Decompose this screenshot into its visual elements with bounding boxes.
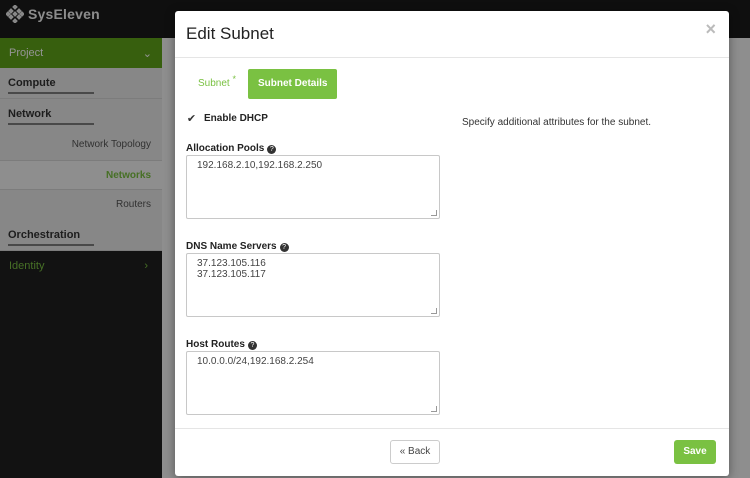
resize-handle-icon[interactable] — [431, 210, 437, 216]
textarea-line: 192.168.2.10,192.168.2.250 — [197, 160, 323, 171]
modal-title: Edit Subnet — [186, 24, 274, 43]
allocation-pools-textarea[interactable]: 192.168.2.10,192.168.2.250 — [186, 155, 440, 219]
enable-dhcp-checkbox[interactable]: ✔ — [186, 113, 197, 125]
edit-subnet-dialog: Edit Subnet × Subnet * Subnet Details ✔ … — [175, 11, 729, 476]
help-icon[interactable]: ? — [279, 243, 289, 252]
dns-name-servers-label-row: DNS Name Servers? — [186, 236, 440, 252]
host-routes-label: Host Routes — [186, 339, 245, 350]
back-button[interactable]: « Back — [390, 440, 440, 464]
textarea-line: 37.123.105.116 — [197, 258, 266, 269]
resize-handle-icon[interactable] — [431, 406, 437, 412]
dns-name-servers-label: DNS Name Servers — [186, 241, 277, 252]
textarea-line: 37.123.105.117 — [197, 269, 266, 280]
resize-handle-icon[interactable] — [431, 308, 437, 314]
help-icon[interactable]: ? — [267, 145, 277, 154]
dns-name-servers-textarea[interactable]: 37.123.105.116 37.123.105.117 — [186, 253, 440, 317]
save-button[interactable]: Save — [674, 440, 716, 464]
allocation-pools-label: Allocation Pools — [186, 143, 265, 154]
enable-dhcp-row: ✔ Enable DHCP — [186, 111, 440, 125]
subnet-details-form: ✔ Enable DHCP Allocation Pools? 192.168.… — [186, 111, 440, 432]
wizard-tabs: Subnet * Subnet Details — [189, 69, 338, 99]
tab-subnet[interactable]: Subnet * — [189, 69, 246, 99]
close-icon[interactable]: × — [705, 19, 716, 40]
help-icon[interactable]: ? — [247, 341, 257, 350]
allocation-pools-label-row: Allocation Pools? — [186, 138, 440, 154]
subnet-details-help-text: Specify additional attributes for the su… — [462, 117, 652, 128]
host-routes-label-row: Host Routes? — [186, 334, 440, 350]
modal-footer: « Back Save — [175, 428, 729, 476]
enable-dhcp-label: Enable DHCP — [204, 112, 268, 124]
tab-subnet-details[interactable]: Subnet Details — [248, 69, 338, 99]
tab-subnet-label: Subnet — [198, 78, 230, 89]
host-routes-textarea[interactable]: 10.0.0.0/24,192.168.2.254 — [186, 351, 440, 415]
textarea-line: 10.0.0.0/24,192.168.2.254 — [197, 356, 314, 367]
required-marker: * — [232, 74, 236, 84]
modal-header: Edit Subnet × — [175, 11, 729, 58]
